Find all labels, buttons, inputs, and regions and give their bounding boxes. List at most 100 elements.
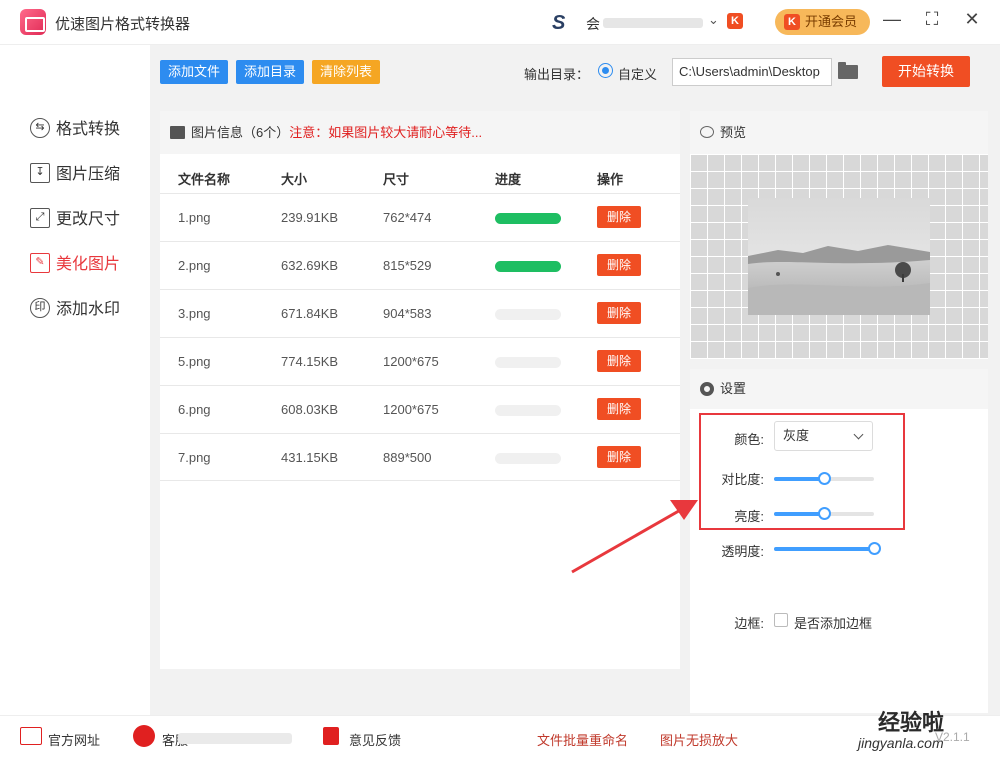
- column-header-action: 操作: [597, 172, 624, 187]
- progress-bar: [495, 405, 561, 416]
- column-header-progress: 进度: [495, 172, 522, 187]
- delete-button[interactable]: 删除: [597, 254, 641, 276]
- file-dimension: 762*474: [383, 210, 432, 225]
- footer: 官方网址 客服 意见反馈 文件批量重命名 图片无损放大: [0, 715, 1000, 760]
- minimize-icon[interactable]: —: [880, 9, 904, 30]
- custom-dir-radio[interactable]: [598, 63, 613, 78]
- custom-dir-label[interactable]: 自定义: [618, 64, 657, 83]
- folder-icon[interactable]: [838, 62, 858, 79]
- site-watermark-url: jingyanla.com: [858, 735, 944, 751]
- feedback-icon: [323, 727, 339, 745]
- official-website-link[interactable]: 官方网址: [48, 730, 100, 749]
- file-size: 671.84KB: [281, 306, 339, 321]
- table-row: 3.png 671.84KB 904*583 删除: [160, 289, 680, 337]
- table-row: 2.png 632.69KB 815*529 删除: [160, 241, 680, 289]
- service-info-redacted: [178, 733, 292, 744]
- add-border-checkbox[interactable]: [774, 613, 788, 627]
- file-dimension: 1200*675: [383, 354, 439, 369]
- eye-icon: [700, 126, 714, 138]
- table-row: 6.png 608.03KB 1200*675 删除: [160, 385, 680, 433]
- sidebar-item-label: 格式转换: [56, 121, 121, 138]
- slider-thumb[interactable]: [868, 542, 881, 555]
- app-logo-icon: [20, 9, 46, 35]
- customer-service-icon: [133, 725, 155, 747]
- file-count-label: 图片信息（6个）: [191, 125, 290, 140]
- beautify-icon: ✎: [30, 252, 50, 273]
- output-path-input[interactable]: C:\Users\admin\Desktop: [672, 58, 832, 86]
- gear-icon: [700, 382, 714, 396]
- output-dir-label: 输出目录：: [524, 67, 590, 82]
- delete-button[interactable]: 删除: [597, 446, 641, 468]
- maximize-icon[interactable]: ⛶: [920, 9, 944, 30]
- website-icon: [20, 727, 42, 745]
- table-row: 1.png 239.91KB 762*474 删除: [160, 193, 680, 241]
- main-area: 添加文件 添加目录 清除列表 输出目录： 自定义 C:\Users\admin\…: [150, 45, 1000, 715]
- settings-header: 设置: [690, 369, 988, 409]
- file-name: 6.png: [178, 402, 211, 417]
- open-vip-button[interactable]: K 开通会员: [775, 9, 870, 35]
- start-convert-button[interactable]: 开始转换: [882, 56, 970, 87]
- file-size: 239.91KB: [281, 210, 339, 225]
- opacity-slider[interactable]: [774, 542, 881, 555]
- preview-title: 预览: [720, 125, 747, 140]
- title-bar: 优速图片格式转换器 S 会 ⌄ K K 开通会员 — ⛶ ✕: [0, 0, 1000, 45]
- clear-list-button[interactable]: 清除列表: [312, 60, 381, 84]
- close-icon[interactable]: ✕: [960, 9, 984, 30]
- file-dimension: 1200*675: [383, 402, 439, 417]
- vip-status-icon: K: [727, 13, 743, 29]
- site-watermark: 经验啦: [878, 710, 945, 735]
- progress-bar: [495, 357, 561, 368]
- file-dimension: 904*583: [383, 306, 432, 321]
- column-header-name: 文件名称: [178, 172, 231, 187]
- file-name: 3.png: [178, 306, 211, 321]
- sidebar-item-compress[interactable]: ↧ 图片压缩: [30, 160, 120, 184]
- sidebar-item-watermark[interactable]: 印添加水印: [30, 295, 120, 319]
- file-list-header: 图片信息（6个）注意：如果图片较大请耐心等待...: [160, 111, 680, 154]
- lossless-enlarge-link[interactable]: 图片无损放大: [660, 730, 738, 749]
- delete-button[interactable]: 删除: [597, 398, 641, 420]
- sidebar-item-label: 添加水印: [56, 301, 121, 318]
- notice-text: 注意：如果图片较大请耐心等待...: [289, 125, 483, 140]
- add-border-label[interactable]: 是否添加边框: [794, 613, 872, 632]
- sidebar-item-resize[interactable]: ⤢ 更改尺寸: [30, 205, 120, 229]
- add-file-button[interactable]: 添加文件: [160, 60, 229, 84]
- open-vip-label: 开通会员: [805, 14, 858, 29]
- progress-fill: [495, 261, 561, 272]
- progress-fill: [495, 213, 561, 224]
- file-name: 7.png: [178, 450, 211, 465]
- sidebar-item-beautify[interactable]: ✎ 美化图片: [30, 250, 120, 274]
- watermark-icon: 印: [30, 297, 50, 318]
- delete-button[interactable]: 删除: [597, 302, 641, 324]
- file-name: 5.png: [178, 354, 211, 369]
- settings-title: 设置: [720, 381, 747, 396]
- user-avatar-icon[interactable]: S: [552, 12, 565, 35]
- slider-fill: [774, 547, 874, 551]
- preview-header: 预览: [690, 111, 988, 154]
- file-size: 431.15KB: [281, 450, 339, 465]
- file-size: 608.03KB: [281, 402, 339, 417]
- feedback-link[interactable]: 意见反馈: [349, 730, 401, 749]
- file-name: 1.png: [178, 210, 211, 225]
- table-row: 7.png 431.15KB 889*500 删除: [160, 433, 680, 481]
- batch-rename-link[interactable]: 文件批量重命名: [537, 730, 628, 749]
- delete-button[interactable]: 删除: [597, 206, 641, 228]
- add-dir-button[interactable]: 添加目录: [236, 60, 305, 84]
- delete-button[interactable]: 删除: [597, 350, 641, 372]
- sidebar-item-format-convert[interactable]: ⇆ 格式转换: [30, 115, 120, 139]
- border-label: 边框:: [734, 616, 764, 631]
- table-row: 5.png 774.15KB 1200*675 删除: [160, 337, 680, 385]
- chevron-down-icon[interactable]: ⌄: [708, 12, 719, 28]
- progress-bar: [495, 213, 561, 224]
- sidebar-item-label: 美化图片: [56, 256, 121, 273]
- file-list-panel: 图片信息（6个）注意：如果图片较大请耐心等待... 文件名称 大小 尺寸 进度 …: [160, 111, 680, 669]
- preview-panel: 预览: [690, 111, 988, 359]
- convert-icon: ⇆: [30, 117, 50, 138]
- user-name-redacted: [603, 18, 703, 28]
- app-title: 优速图片格式转换器: [55, 16, 191, 33]
- column-header-dimension: 尺寸: [383, 172, 410, 187]
- progress-bar: [495, 309, 561, 320]
- compress-icon: ↧: [30, 162, 50, 183]
- file-dimension: 889*500: [383, 450, 432, 465]
- file-dimension: 815*529: [383, 258, 432, 273]
- file-name: 2.png: [178, 258, 211, 273]
